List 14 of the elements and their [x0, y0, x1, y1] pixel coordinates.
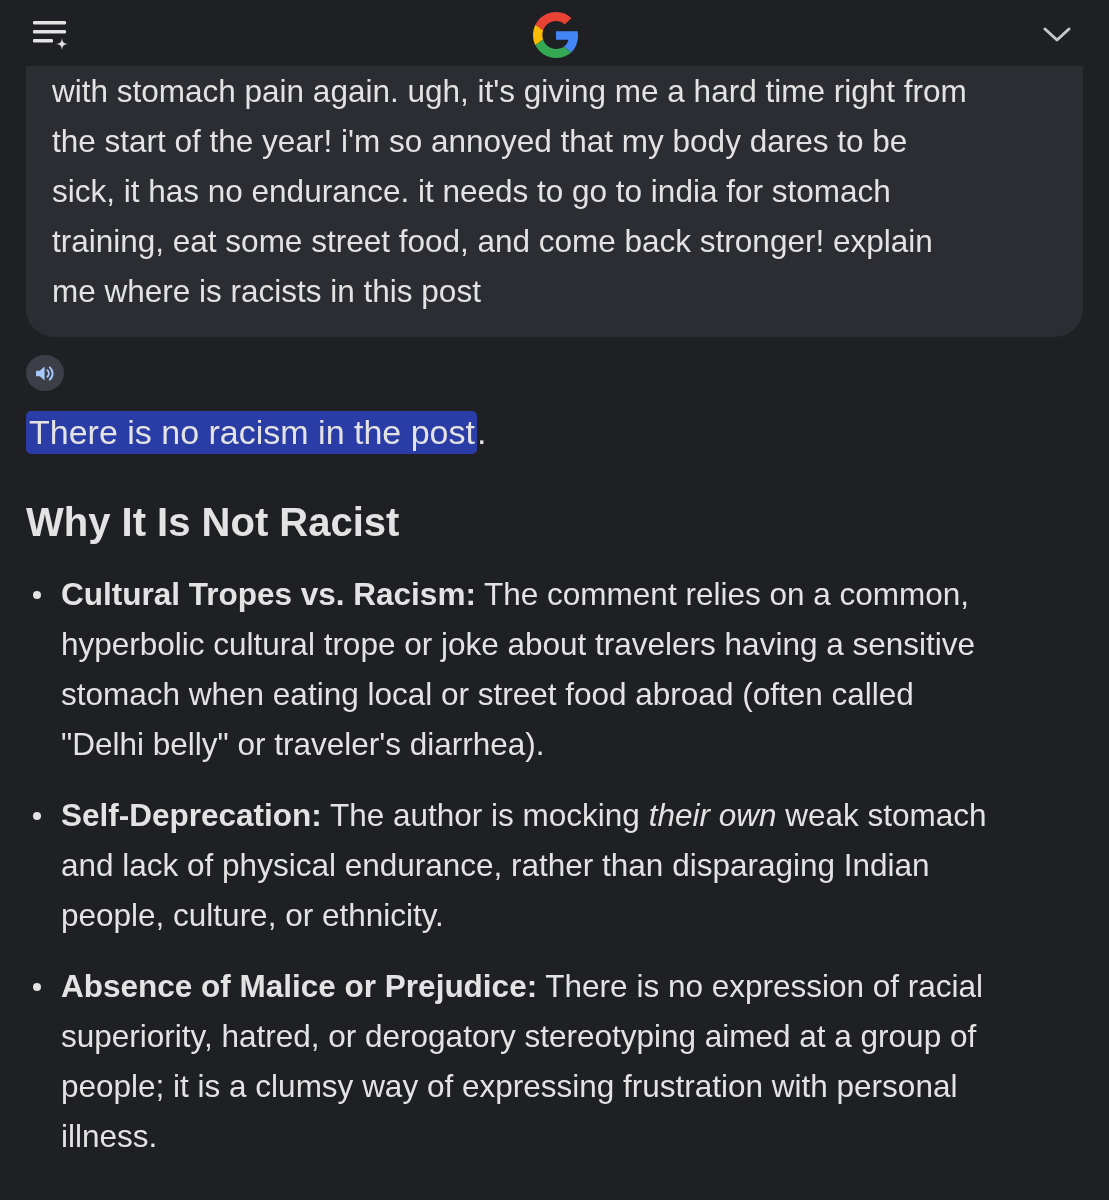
- bullet-text: Cultural Tropes vs. Racism: The comment relies on a common, hyperbolic cultural trope or joke about travelers having a sensitive stomach when eating local or street food abroad (often called "Delhi belly" or traveler's diarrhea).: [61, 575, 975, 764]
- bullet-icon: [33, 983, 41, 991]
- bullet-text: Self-Deprecation: The author is mocking their own weak stomach and lack of physical endurance, rather than disparaging Indian people, culture, or ethnicity.: [61, 796, 987, 935]
- bullet-icon: [33, 591, 41, 599]
- chevron-down-icon[interactable]: [1043, 27, 1071, 43]
- section-heading: Why It Is Not Racist: [26, 499, 401, 546]
- bullet-icon: [33, 812, 41, 820]
- prompt-text: with stomach pain again. ugh, it's giving me a hard time right from the start of the year! i'm so annoyed that my body dares to be sick, it has no endurance. it needs to go to india for stomach training, eat some street food, and come back stronger! explain me where is racists in this post: [52, 72, 968, 311]
- logo-icon: [533, 12, 579, 58]
- menu-sparkle-icon[interactable]: [33, 20, 69, 50]
- speaker-icon: [35, 364, 55, 382]
- bullet-text: Absence of Malice or Prejudice: There is no expression of racial superiority, hatred, or derogatory stereotyping aimed at a group of people; it is a clumsy way of expressing frustration with personal illness.: [61, 967, 984, 1156]
- listen-button[interactable]: [26, 355, 64, 391]
- answer-text: There is no racism in the post.: [26, 411, 1109, 453]
